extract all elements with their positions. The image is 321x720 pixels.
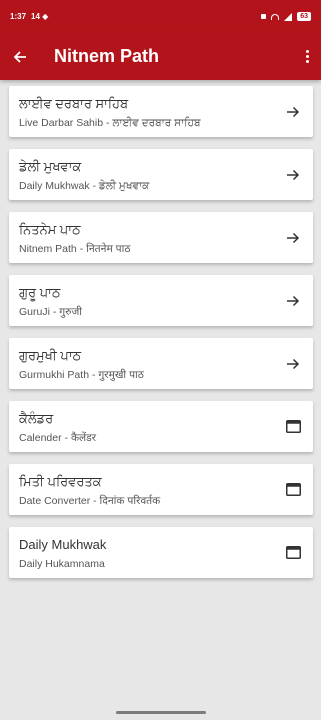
calendar-icon	[285, 482, 301, 498]
status-time: 1:37	[10, 12, 27, 21]
overflow-menu-button[interactable]	[293, 33, 321, 80]
list-item-calender[interactable]: ਕੈਲੰਡਰ Calender - कैलेंडर	[9, 401, 313, 452]
more-vert-dot	[305, 60, 309, 63]
arrow-right-icon	[285, 230, 301, 246]
list-item-subtitle: Gurmukhi Path - गुरमुखी पाठ	[19, 369, 144, 381]
list-item-title: ਕੈਲੰਡਰ	[19, 411, 54, 426]
list-item-subtitle: Live Darbar Sahib - ਲਾਈਵ ਦਰਬਾਰ ਸਾਹਿਬ	[19, 117, 201, 129]
back-button[interactable]	[0, 33, 40, 80]
notification-icon	[261, 14, 267, 19]
status-bar: 1:37 14 ◆ 63	[0, 0, 321, 33]
list-item-subtitle: Daily Hukamnama	[19, 558, 105, 570]
more-vert-dot	[305, 55, 309, 58]
list-item-daily-hukamnama[interactable]: Daily Mukhwak Daily Hukamnama	[9, 527, 313, 578]
status-notifications: 14 ◆	[31, 12, 49, 21]
page-title: Nitnem Path	[54, 46, 160, 66]
arrow-right-icon	[285, 167, 301, 183]
list-item-subtitle: GuruJi - गुरुजी	[19, 306, 82, 318]
list-item-daily-mukhwak[interactable]: ਡੇਲੀ ਮੁਖਵਾਕ Daily Mukhwak - ਡੇਲੀ ਮੁਖਵਾਕ	[9, 149, 313, 200]
list-item-title: ਮਿਤੀ ਪਰਿਵਰਤਕ	[19, 474, 102, 489]
menu-list: ਲਾਈਵ ਦਰਬਾਰ ਸਾਹਿਬ Live Darbar Sahib - ਲਾਈ…	[9, 86, 313, 590]
app-bar: Nitnem Path	[0, 33, 321, 80]
list-item-title: ਲਾਈਵ ਦਰਬਾਰ ਸਾਹਿਬ	[19, 96, 129, 111]
list-item-subtitle: Nitnem Path - नितनेम पाठ	[19, 243, 131, 255]
list-item-title: ਗੁਰਮੁਖੀ ਪਾਠ	[19, 348, 82, 363]
calendar-icon	[285, 545, 301, 561]
arrow-right-icon	[285, 356, 301, 372]
list-item-nitnem-path[interactable]: ਨਿਤਨੇਮ ਪਾਠ Nitnem Path - नितनेम पाठ	[9, 212, 313, 263]
more-vert-icon	[305, 50, 309, 53]
signal-icon	[284, 12, 293, 21]
battery-icon: 63	[297, 12, 311, 21]
list-item-date-converter[interactable]: ਮਿਤੀ ਪਰਿਵਰਤਕ Date Converter - दिनांक परि…	[9, 464, 313, 515]
list-item-live-darbar-sahib[interactable]: ਲਾਈਵ ਦਰਬਾਰ ਸਾਹਿਬ Live Darbar Sahib - ਲਾਈ…	[9, 86, 313, 137]
navigation-bar	[0, 694, 321, 720]
arrow-right-icon	[285, 104, 301, 120]
calendar-icon	[285, 419, 301, 435]
wifi-icon	[271, 13, 280, 20]
list-item-gurmukhi-path[interactable]: ਗੁਰਮੁਖੀ ਪਾਠ Gurmukhi Path - गुरमुखी पाठ	[9, 338, 313, 389]
list-item-subtitle: Calender - कैलेंडर	[19, 432, 97, 444]
list-item-subtitle: Daily Mukhwak - ਡੇਲੀ ਮੁਖਵਾਕ	[19, 180, 150, 192]
list-item-title: ਨਿਤਨੇਮ ਪਾਠ	[19, 222, 81, 237]
arrow-left-icon	[13, 50, 26, 63]
list-item-title: ਗੁਰੂ ਪਾਠ	[19, 285, 61, 300]
list-item-title: Daily Mukhwak	[19, 537, 107, 552]
list-item-subtitle: Date Converter - दिनांक परिवर्तक	[19, 495, 161, 507]
list-item-title: ਡੇਲੀ ਮੁਖਵਾਕ	[19, 159, 82, 174]
home-gesture-handle[interactable]	[116, 711, 206, 714]
arrow-right-icon	[285, 293, 301, 309]
list-item-guruji[interactable]: ਗੁਰੂ ਪਾਠ GuruJi - गुरुजी	[9, 275, 313, 326]
